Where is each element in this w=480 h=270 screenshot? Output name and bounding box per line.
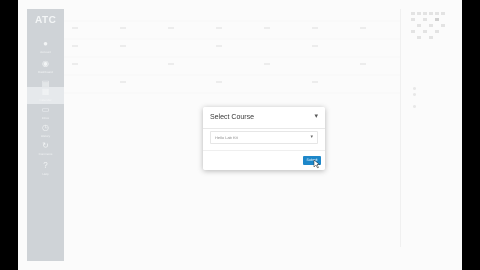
nav-item-calendar[interactable]: ▦ Calendar (27, 87, 64, 104)
app-logo: ATC (35, 15, 57, 26)
user-icon: ● (43, 39, 48, 48)
commons-icon: ↻ (42, 141, 49, 150)
nav-item-label: Inbox (41, 116, 50, 120)
course-select-value: Hello Lab Kit (215, 135, 238, 140)
calendar-side-panel (411, 9, 462, 261)
global-nav-sidebar: ATC ● Account ◉ Dashboard ▤ Courses ▦ Ca… (27, 9, 64, 261)
nav-item-inbox[interactable]: ▭ Inbox (27, 105, 64, 123)
dialog-footer-divider (203, 150, 325, 151)
nav-item-account[interactable]: ● Account (27, 39, 64, 57)
nav-item-label: Account (40, 50, 51, 54)
inbox-icon: ▭ (41, 105, 50, 114)
calendar-divider (400, 9, 401, 247)
calendar-toggle-dot[interactable] (413, 87, 416, 90)
nav-item-history[interactable]: ◷ History (27, 123, 64, 141)
calendar-toggle-dot[interactable] (413, 105, 416, 108)
select-course-dialog: Select Course ▾ Hello Lab Kit ▾ Submit (203, 107, 325, 170)
app-screen: ATC ● Account ◉ Dashboard ▤ Courses ▦ Ca… (18, 0, 462, 270)
nav-item-label: Help (42, 172, 49, 176)
clock-icon: ◷ (42, 123, 49, 132)
nav-item-dashboard[interactable]: ◉ Dashboard (27, 59, 64, 77)
nav-item-label: Dashboard (38, 70, 53, 74)
help-icon: ? (43, 161, 48, 170)
mouse-cursor-icon (313, 159, 321, 169)
nav-item-commons[interactable]: ↻ Commons (27, 141, 64, 159)
calendar-icon: ▦ (41, 87, 50, 96)
calendar-toggle-dot[interactable] (413, 93, 416, 96)
nav-item-help[interactable]: ? Help (27, 161, 64, 179)
chevron-down-icon: ▾ (310, 134, 313, 140)
dialog-collapse-icon[interactable]: ▾ (314, 113, 318, 121)
nav-item-label: History (40, 134, 51, 138)
course-select[interactable]: Hello Lab Kit ▾ (210, 131, 318, 144)
dialog-title: Select Course (210, 114, 254, 121)
dialog-divider (203, 128, 325, 129)
dashboard-icon: ◉ (42, 59, 49, 68)
mini-calendar (411, 12, 451, 42)
nav-item-label: Commons (38, 152, 53, 156)
nav-item-label: Calendar (39, 98, 52, 102)
